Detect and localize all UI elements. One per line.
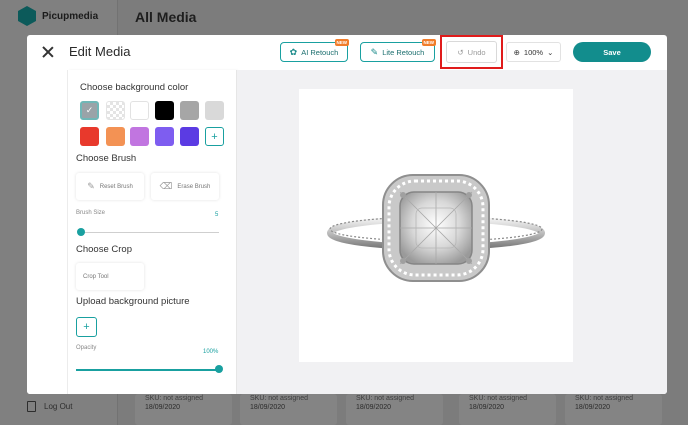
background-media-cards: SKU: not assigned 18/09/2020 SKU: not as…: [128, 394, 688, 425]
opacity-thumb[interactable]: [215, 365, 223, 373]
app-name: Picupmedia: [42, 10, 99, 22]
modal-header: Edit Media ✿ AI Retouch NEW ✎ Lite Retou…: [27, 35, 667, 70]
page-title: All Media: [135, 9, 197, 25]
chevron-down-icon: ⌄: [547, 47, 554, 57]
undo-button[interactable]: ↺ Undo: [446, 41, 497, 63]
logout-label: Log Out: [44, 402, 73, 411]
new-badge: NEW: [421, 39, 436, 46]
brush-size-label: Brush Size: [76, 210, 106, 216]
lite-retouch-button[interactable]: ✎ Lite Retouch NEW: [360, 39, 436, 62]
card-date: 18/09/2020: [469, 404, 505, 411]
brush-size-value: 5: [215, 212, 219, 218]
color-swatch-lilac[interactable]: [130, 127, 149, 146]
product-image[interactable]: [299, 89, 573, 362]
media-card[interactable]: SKU: not assigned 18/09/2020: [459, 394, 556, 425]
crop-tool-button[interactable]: Crop Tool: [76, 263, 144, 290]
opacity-slider[interactable]: [76, 369, 219, 371]
color-swatch-gray[interactable]: [180, 101, 199, 120]
app-logo: Picupmedia: [18, 6, 98, 26]
ai-retouch-button[interactable]: ✿ AI Retouch NEW: [280, 39, 349, 62]
add-color-button[interactable]: +: [205, 127, 224, 146]
media-card[interactable]: SKU: not assigned 18/09/2020: [565, 394, 662, 425]
canvas-area: [237, 70, 667, 394]
edit-panel: Choose background color ✓ + Choose Brush…: [68, 70, 237, 394]
color-swatch-red[interactable]: [80, 127, 99, 146]
card-sku: SKU: not assigned: [145, 395, 203, 402]
palette-icon: ✿: [289, 46, 298, 57]
card-sku: SKU: not assigned: [469, 395, 527, 402]
zoom-icon: ⊕: [513, 47, 520, 57]
color-swatch-purple[interactable]: [180, 127, 199, 146]
reset-brush-label: Reset Brush: [99, 183, 133, 190]
media-card[interactable]: SKU: not assigned 18/09/2020: [135, 394, 232, 425]
undo-label: Undo: [467, 47, 486, 57]
left-rail: [27, 70, 68, 394]
zoom-dropdown[interactable]: ⊕ 100% ⌄: [506, 42, 561, 62]
card-date: 18/09/2020: [356, 404, 392, 411]
card-date: 18/09/2020: [250, 404, 286, 411]
card-sku: SKU: not assigned: [250, 395, 308, 402]
color-swatch-violet[interactable]: [155, 127, 174, 146]
color-swatch-orange[interactable]: [106, 127, 125, 146]
edit-media-modal: Edit Media ✿ AI Retouch NEW ✎ Lite Retou…: [27, 35, 667, 394]
logout-icon: [27, 401, 36, 412]
brush-size-slider[interactable]: [78, 232, 219, 233]
crop-tool-label: Crop Tool: [83, 273, 109, 280]
undo-icon: ↺: [457, 47, 464, 57]
save-button[interactable]: Save: [573, 42, 651, 62]
crop-title: Choose Crop: [76, 244, 132, 255]
logo-icon: [18, 6, 36, 26]
upload-title: Upload background picture: [76, 296, 190, 307]
upload-background-button[interactable]: +: [76, 317, 97, 337]
card-date: 18/09/2020: [145, 404, 181, 411]
diamond-ring-image: [327, 174, 545, 282]
color-swatch-white[interactable]: [130, 101, 149, 120]
check-icon: ✓: [85, 105, 94, 115]
brush-icon: ✎: [370, 46, 379, 57]
color-swatch-gray-selected[interactable]: ✓: [80, 101, 99, 120]
zoom-value: 100%: [523, 47, 544, 57]
brush-icon: ✎: [87, 181, 95, 191]
erase-brush-label: Erase Brush: [177, 183, 211, 190]
new-badge: NEW: [334, 39, 349, 46]
brush-size-thumb[interactable]: [77, 228, 85, 236]
opacity-label: Opacity: [76, 345, 97, 351]
ai-retouch-label: AI Retouch: [301, 47, 339, 57]
card-date: 18/09/2020: [575, 404, 611, 411]
brush-title: Choose Brush: [76, 153, 137, 164]
card-sku: SKU: not assigned: [356, 395, 414, 402]
media-card[interactable]: SKU: not assigned 18/09/2020: [240, 394, 337, 425]
bg-color-title: Choose background color: [80, 82, 189, 93]
card-sku: SKU: not assigned: [575, 395, 633, 402]
media-card[interactable]: SKU: not assigned 18/09/2020: [346, 394, 443, 425]
eraser-icon: ⌫: [159, 181, 173, 191]
color-swatch-black[interactable]: [155, 101, 174, 120]
erase-brush-button[interactable]: ⌫ Erase Brush: [151, 173, 219, 200]
color-swatch-transparent[interactable]: [106, 101, 125, 120]
lite-retouch-label: Lite Retouch: [382, 47, 425, 57]
color-swatch-light-gray[interactable]: [205, 101, 224, 120]
close-icon[interactable]: [41, 45, 55, 59]
reset-brush-button[interactable]: ✎ Reset Brush: [76, 173, 144, 200]
opacity-value: 100%: [203, 349, 219, 355]
logout-button[interactable]: Log Out: [27, 401, 72, 412]
modal-title: Edit Media: [69, 44, 131, 59]
